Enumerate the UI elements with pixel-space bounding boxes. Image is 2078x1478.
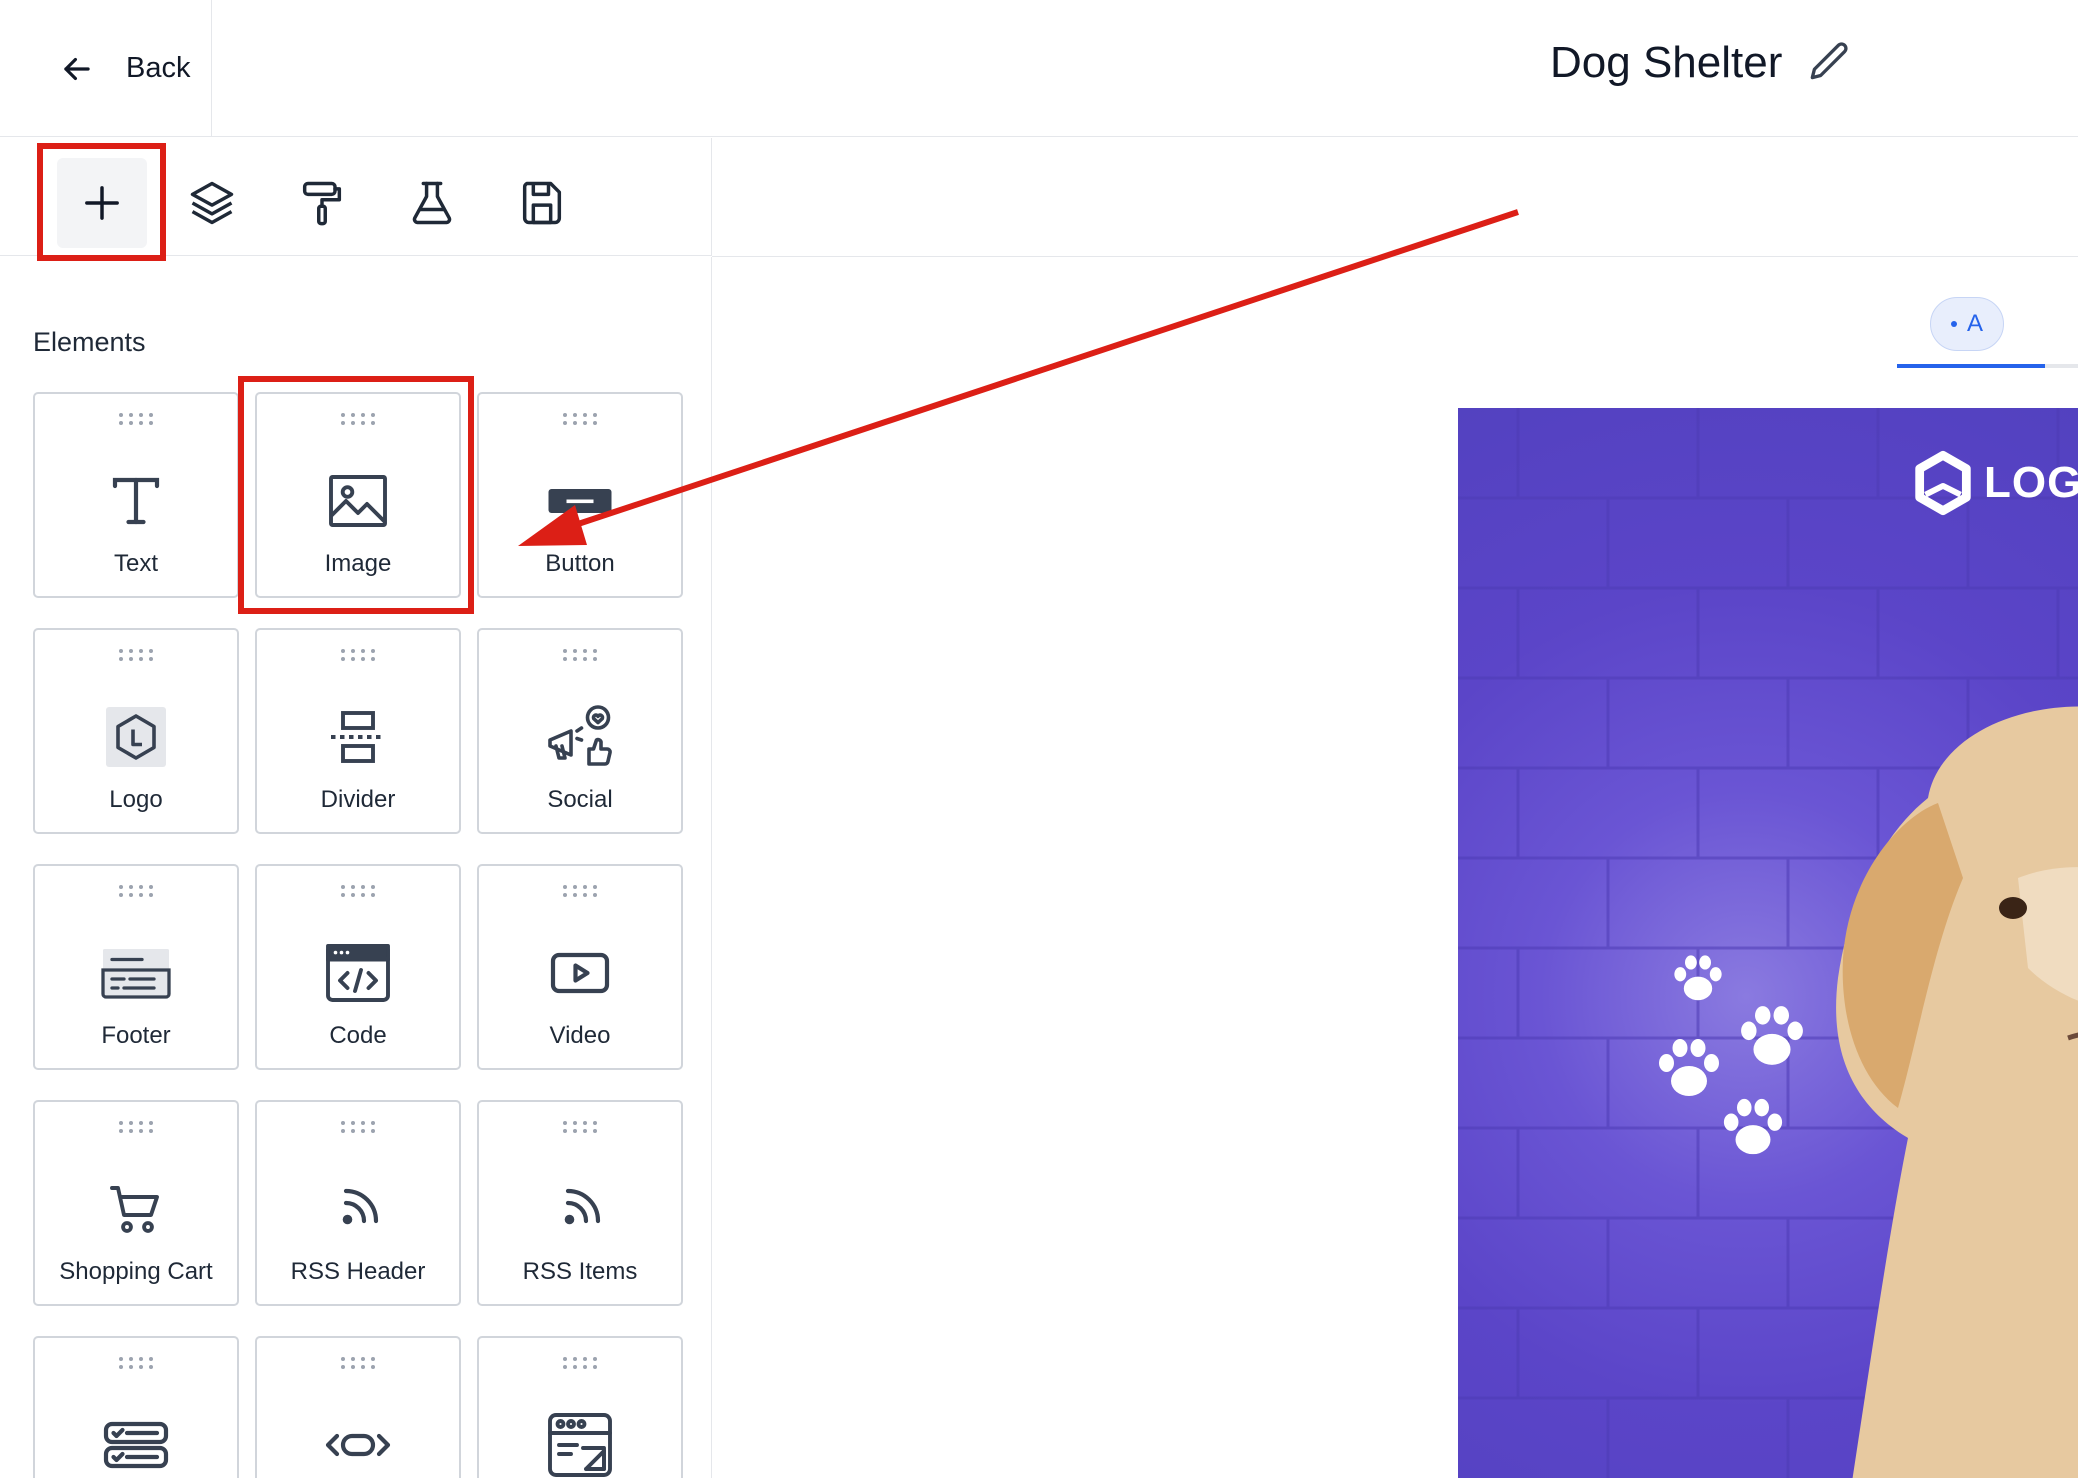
element-card-list-items[interactable]: [33, 1336, 239, 1478]
element-card-rss-items[interactable]: RSS Items: [477, 1100, 683, 1306]
active-tab-indicator: [1897, 364, 2045, 368]
divider-icon: [331, 711, 385, 763]
variant-label: A: [1966, 310, 1983, 337]
webpage-link-icon: [548, 1413, 612, 1477]
element-card-rss-header[interactable]: RSS Header: [255, 1100, 461, 1306]
flask-icon: [412, 181, 452, 225]
drag-handle-icon[interactable]: [340, 648, 376, 662]
arrow-left-icon: [64, 57, 90, 80]
title-area: Dog Shelter: [1550, 38, 1854, 88]
rss-icon: [342, 1188, 379, 1225]
drag-handle-icon[interactable]: [340, 412, 376, 426]
paw-print-icon: [1659, 1039, 1719, 1096]
element-label: RSS Items: [522, 1258, 638, 1285]
hero-banner-image[interactable]: LOGO: [1458, 408, 2078, 1478]
save-icon: [522, 181, 562, 225]
element-label: Video: [549, 1022, 611, 1049]
email-canvas: A LOGO: [713, 257, 2078, 1478]
element-label: RSS Header: [290, 1258, 426, 1285]
component-icon: [325, 1433, 391, 1457]
drag-handle-icon[interactable]: [562, 1120, 598, 1134]
add-elements-button[interactable]: [57, 158, 147, 248]
paint-roller-icon: [302, 181, 342, 226]
dog-photo: [1836, 706, 2078, 1478]
element-card-image[interactable]: Image: [255, 392, 461, 598]
footer-icon: [101, 949, 171, 999]
button-icon: [548, 489, 612, 513]
drag-handle-icon[interactable]: [340, 1356, 376, 1370]
logo-icon: [106, 707, 166, 767]
elements-panel: Elements Text Image Button Logo Divider: [0, 257, 712, 1478]
pencil-icon[interactable]: [1804, 38, 1854, 88]
layers-button[interactable]: [167, 158, 257, 248]
rss-icon: [564, 1188, 601, 1225]
element-label: Footer: [101, 1022, 171, 1049]
plus-icon: [85, 186, 119, 220]
layers-icon: [190, 181, 234, 225]
page-title: Dog Shelter: [1550, 38, 1783, 87]
top-bar: Back Dog Shelter: [0, 0, 2078, 137]
element-card-shopping-cart[interactable]: Shopping Cart: [33, 1100, 239, 1306]
drag-handle-icon[interactable]: [118, 648, 154, 662]
social-icon: [548, 705, 612, 766]
element-card-component[interactable]: [255, 1336, 461, 1478]
drag-handle-icon[interactable]: [562, 884, 598, 898]
paw-print-icon: [1723, 1098, 1783, 1155]
text-icon: [112, 477, 160, 525]
drag-handle-icon[interactable]: [562, 412, 598, 426]
element-label: Shopping Cart: [59, 1258, 213, 1285]
elements-heading: Elements: [33, 327, 146, 357]
test-button[interactable]: [387, 158, 477, 248]
paw-print-icon: [1674, 955, 1722, 1001]
element-label: Text: [113, 550, 158, 577]
logo-text: LOGO: [1984, 458, 2078, 507]
save-button[interactable]: [497, 158, 587, 248]
element-card-social[interactable]: Social: [477, 628, 683, 834]
image-icon: [329, 475, 387, 527]
drag-handle-icon[interactable]: [562, 1356, 598, 1370]
element-card-divider[interactable]: Divider: [255, 628, 461, 834]
styles-button[interactable]: [277, 158, 367, 248]
element-card-webpage-link[interactable]: [477, 1336, 683, 1478]
brand-logo: LOGO: [1908, 448, 2078, 518]
drag-handle-icon[interactable]: [562, 648, 598, 662]
element-card-video[interactable]: Video: [477, 864, 683, 1070]
drag-handle-icon[interactable]: [118, 884, 154, 898]
element-label: Logo: [109, 786, 163, 813]
drag-handle-icon[interactable]: [118, 1356, 154, 1370]
tab-track: [2045, 364, 2078, 368]
variant-dot: [1950, 321, 1957, 327]
element-label: Button: [545, 550, 615, 577]
back-label: Back: [126, 52, 191, 84]
element-card-code[interactable]: Code: [255, 864, 461, 1070]
element-label: Code: [329, 1022, 387, 1049]
hexagon-logo-icon: [1915, 450, 1971, 516]
element-label: Social: [547, 786, 613, 813]
drag-handle-icon[interactable]: [340, 1120, 376, 1134]
list-items-icon: [103, 1421, 169, 1469]
cart-icon: [110, 1186, 159, 1233]
variant-tab-a[interactable]: A: [1930, 297, 2004, 351]
element-label: Divider: [320, 786, 396, 813]
drag-handle-icon[interactable]: [118, 1120, 154, 1134]
back-button[interactable]: Back: [0, 0, 212, 137]
element-card-logo[interactable]: Logo: [33, 628, 239, 834]
drag-handle-icon[interactable]: [118, 412, 154, 426]
editor-toolbar: [0, 138, 712, 256]
drag-handle-icon[interactable]: [340, 884, 376, 898]
video-icon: [550, 952, 610, 994]
element-card-text[interactable]: Text: [33, 392, 239, 598]
element-card-button[interactable]: Button: [477, 392, 683, 598]
element-card-footer[interactable]: Footer: [33, 864, 239, 1070]
element-label: Image: [324, 550, 392, 577]
code-icon: [326, 944, 390, 1002]
